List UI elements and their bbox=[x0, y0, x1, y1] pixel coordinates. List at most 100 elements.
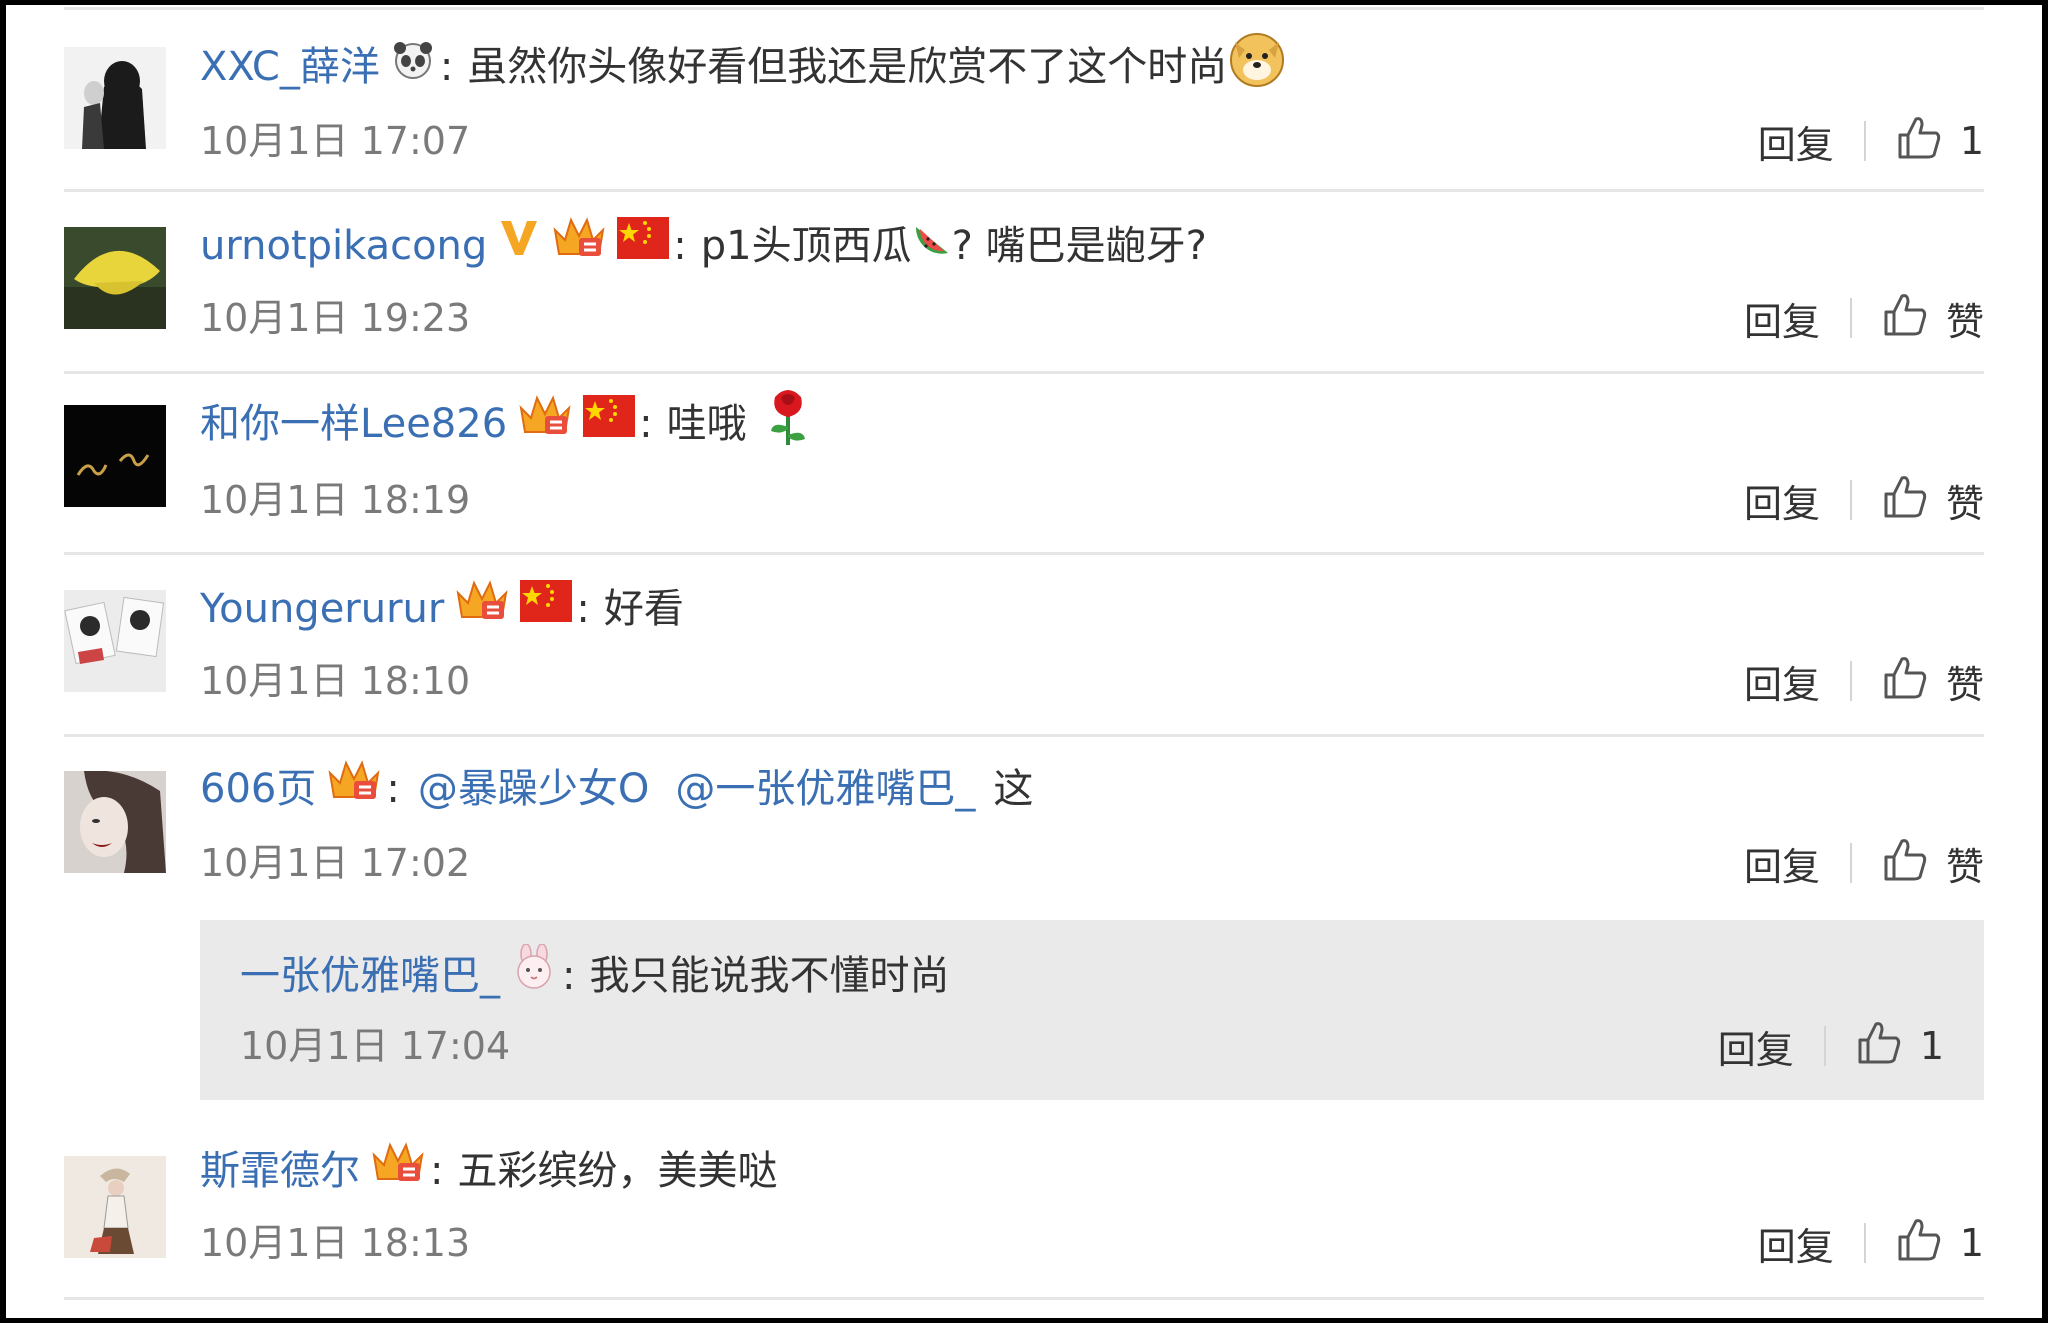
fan-crown-icon bbox=[551, 214, 607, 279]
comment-item: 和你一样Lee826 : 哇哦 10月1日 18:19 回复 赞 bbox=[6, 374, 2042, 554]
action-separator bbox=[1863, 1223, 1866, 1263]
like-label[interactable]: 赞 bbox=[1946, 473, 1984, 528]
action-separator bbox=[1823, 1026, 1826, 1066]
reply-timestamp: 10月1日 17:04 bbox=[240, 1024, 511, 1068]
avatar[interactable] bbox=[64, 47, 166, 149]
reply-button[interactable]: 回复 bbox=[1758, 114, 1834, 169]
mention-link[interactable]: @暴躁少女O bbox=[418, 757, 649, 821]
like-icon[interactable] bbox=[1882, 655, 1928, 708]
like-count[interactable]: 1 bbox=[1920, 1024, 1944, 1068]
reply-button[interactable]: 回复 bbox=[1758, 1216, 1834, 1271]
comment-actions: 回复 赞 bbox=[1744, 653, 1984, 709]
comment-actions: 回复 1 bbox=[1758, 113, 1984, 169]
rabbit-emoji-icon bbox=[510, 942, 558, 1009]
fan-crown-icon bbox=[454, 577, 510, 642]
reply-button[interactable]: 回复 bbox=[1744, 836, 1820, 891]
colon: : bbox=[639, 401, 653, 447]
fan-crown-icon bbox=[517, 392, 573, 457]
action-separator bbox=[1849, 661, 1852, 701]
comment-list: XXC_薛洋 : 虽然你头像好看但我还是欣赏不了这个时尚 10月1日 17:07… bbox=[6, 5, 2042, 1318]
comment-item: Youngerurur : 好看 10月1日 18:10 回复 赞 bbox=[6, 555, 2042, 735]
comment-text: p1头顶西瓜 bbox=[700, 223, 912, 269]
comment-text: 五彩缤纷，美美哒 bbox=[457, 1148, 778, 1194]
like-count[interactable]: 1 bbox=[1960, 1221, 1984, 1265]
timestamp: 10月1日 19:23 bbox=[200, 296, 471, 340]
timestamp: 10月1日 18:10 bbox=[200, 659, 471, 703]
like-count[interactable]: 1 bbox=[1960, 119, 1984, 163]
action-separator bbox=[1849, 298, 1852, 338]
username-link[interactable]: Youngerurur bbox=[200, 577, 444, 641]
comment-text: 这 bbox=[993, 766, 1034, 812]
colon: : bbox=[430, 1148, 444, 1194]
divider bbox=[64, 7, 1984, 10]
comment-text: 好看 bbox=[603, 586, 684, 632]
comment-text-cont: ? 嘴巴是龅牙? bbox=[951, 223, 1207, 269]
comment-line: XXC_薛洋 : 虽然你头像好看但我还是欣赏不了这个时尚 bbox=[200, 32, 1287, 99]
comment-actions: 回复 赞 bbox=[1744, 290, 1984, 346]
timestamp: 10月1日 17:02 bbox=[200, 841, 471, 885]
colon: : bbox=[562, 953, 576, 999]
username-link[interactable]: 斯霏德尔 bbox=[200, 1139, 360, 1203]
timestamp: 10月1日 18:13 bbox=[200, 1221, 471, 1265]
doge-emoji-icon bbox=[1227, 28, 1287, 107]
like-label[interactable]: 赞 bbox=[1946, 836, 1984, 891]
mention-link[interactable]: @一张优雅嘴巴_ bbox=[675, 757, 975, 821]
colon: : bbox=[386, 766, 400, 812]
nested-reply: 一张优雅嘴巴_ : 我只能说我不懂时尚 10月1日 17:04 回复 1 bbox=[200, 920, 1984, 1100]
comment-item: urnotpikacong : p1头顶西瓜 ? 嘴巴是龅牙? 10月1日 19… bbox=[6, 192, 2042, 372]
comment-actions: 回复 赞 bbox=[1744, 835, 1984, 891]
like-icon[interactable] bbox=[1882, 837, 1928, 890]
like-icon[interactable] bbox=[1896, 1217, 1942, 1270]
colon: : bbox=[439, 44, 454, 90]
rose-emoji-icon bbox=[765, 383, 811, 466]
china-flag-icon bbox=[520, 577, 573, 641]
reply-text: 我只能说我不懂时尚 bbox=[589, 953, 950, 999]
comment-text: 哇哦 bbox=[666, 401, 747, 447]
fan-crown-icon bbox=[326, 757, 382, 822]
username-link[interactable]: 和你一样Lee826 bbox=[200, 392, 507, 456]
timestamp: 10月1日 18:19 bbox=[200, 478, 471, 522]
comment-line: 和你一样Lee826 : 哇哦 bbox=[200, 389, 811, 457]
avatar[interactable] bbox=[64, 227, 166, 329]
fan-crown-icon bbox=[370, 1139, 426, 1204]
action-separator bbox=[1849, 480, 1852, 520]
divider bbox=[64, 1297, 1984, 1300]
colon: : bbox=[673, 223, 687, 269]
comment-item: 606页 : @暴躁少女O @一张优雅嘴巴_ 这 10月1日 17:02 回复 … bbox=[6, 737, 2042, 1113]
colon: : bbox=[576, 586, 590, 632]
like-icon[interactable] bbox=[1856, 1020, 1902, 1073]
reply-username-link[interactable]: 一张优雅嘴巴_ bbox=[240, 944, 500, 1008]
reply-button[interactable]: 回复 bbox=[1718, 1019, 1794, 1074]
reply-button[interactable]: 回复 bbox=[1744, 291, 1820, 346]
comment-line: 斯霏德尔 : 五彩缤纷，美美哒 bbox=[200, 1139, 777, 1203]
avatar[interactable] bbox=[64, 771, 166, 873]
comment-item: XXC_薛洋 : 虽然你头像好看但我还是欣赏不了这个时尚 10月1日 17:07… bbox=[6, 29, 2042, 189]
avatar[interactable] bbox=[64, 405, 166, 507]
comment-item: 斯霏德尔 : 五彩缤纷，美美哒 10月1日 18:13 回复 1 bbox=[6, 1113, 2042, 1303]
china-flag-icon bbox=[583, 392, 636, 456]
like-icon[interactable] bbox=[1882, 292, 1928, 345]
avatar[interactable] bbox=[64, 590, 166, 692]
action-separator bbox=[1863, 121, 1866, 161]
timestamp: 10月1日 17:07 bbox=[200, 119, 471, 163]
reply-button[interactable]: 回复 bbox=[1744, 654, 1820, 709]
like-icon[interactable] bbox=[1896, 115, 1942, 168]
avatar[interactable] bbox=[64, 1156, 166, 1258]
verified-v-icon bbox=[497, 214, 541, 278]
username-link[interactable]: XXC_薛洋 bbox=[200, 35, 380, 99]
like-icon[interactable] bbox=[1882, 474, 1928, 527]
china-flag-icon bbox=[617, 214, 670, 278]
like-label[interactable]: 赞 bbox=[1946, 291, 1984, 346]
watermelon-emoji-icon bbox=[912, 214, 952, 278]
like-label[interactable]: 赞 bbox=[1946, 654, 1984, 709]
panda-emoji-icon bbox=[390, 35, 436, 99]
username-link[interactable]: 606页 bbox=[200, 757, 316, 821]
reply-actions: 回复 1 bbox=[1718, 1018, 1944, 1074]
comment-line: urnotpikacong : p1头顶西瓜 ? 嘴巴是龅牙? bbox=[200, 214, 1207, 278]
reply-line: 一张优雅嘴巴_ : 我只能说我不懂时尚 bbox=[240, 942, 950, 1009]
username-link[interactable]: urnotpikacong bbox=[200, 214, 487, 278]
action-separator bbox=[1849, 843, 1852, 883]
comment-actions: 回复 1 bbox=[1758, 1215, 1984, 1271]
comment-actions: 回复 赞 bbox=[1744, 472, 1984, 528]
reply-button[interactable]: 回复 bbox=[1744, 473, 1820, 528]
